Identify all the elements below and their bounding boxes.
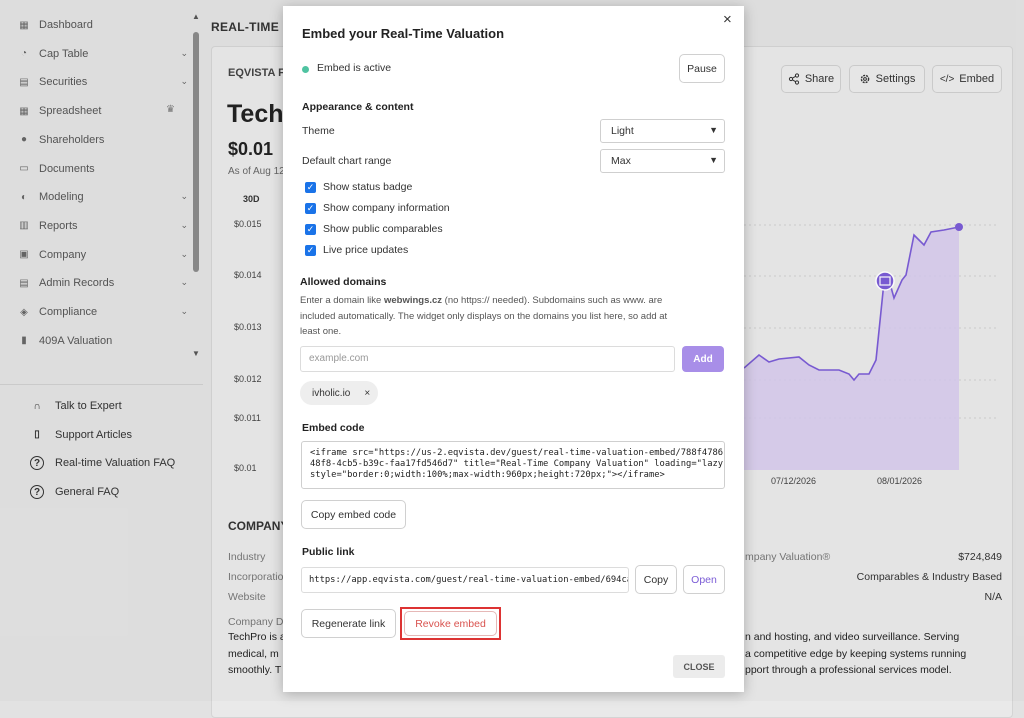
public-link-field[interactable]: https://app.eqvista.com/guest/real-time-…	[301, 567, 629, 593]
checkbox-label[interactable]: Show company information	[323, 202, 450, 214]
close-button[interactable]: CLOSE	[673, 655, 725, 678]
domains-help-line-3: least one.	[300, 326, 342, 337]
domain-chip-label: ivholic.io	[312, 387, 351, 399]
status-dot-icon	[302, 66, 309, 73]
domains-help-line-1: Enter a domain like webwings.cz (no http…	[300, 295, 663, 306]
regenerate-link-button[interactable]: Regenerate link	[301, 609, 396, 638]
checkbox-show-public-comparables[interactable]: ✓	[305, 224, 316, 235]
revoke-embed-button[interactable]: Revoke embed	[404, 611, 497, 636]
domains-help-line-2: included automatically. The widget only …	[300, 311, 668, 322]
chevron-down-icon: ▼	[709, 155, 718, 165]
embed-modal: Embed your Real-Time Valuation × Embed i…	[283, 6, 744, 692]
pause-button[interactable]: Pause	[679, 54, 725, 83]
chevron-down-icon: ▼	[709, 125, 718, 135]
checkbox-label[interactable]: Show status badge	[323, 181, 412, 193]
domains-heading: Allowed domains	[300, 276, 387, 288]
modal-title: Embed your Real-Time Valuation	[302, 26, 505, 41]
theme-label: Theme	[302, 125, 335, 137]
checkbox-label[interactable]: Show public comparables	[323, 223, 443, 235]
domain-chip: ivholic.io ×	[300, 381, 378, 405]
embed-code-heading: Embed code	[302, 422, 365, 434]
add-domain-button[interactable]: Add	[682, 346, 724, 372]
range-select[interactable]: Max ▼	[600, 149, 725, 173]
remove-chip-icon[interactable]: ×	[364, 388, 370, 399]
range-label: Default chart range	[302, 155, 392, 167]
close-icon[interactable]: ×	[723, 11, 732, 28]
range-value: Max	[611, 155, 631, 167]
open-link-button[interactable]: Open	[683, 565, 725, 594]
checkbox-show-company-information[interactable]: ✓	[305, 203, 316, 214]
theme-select[interactable]: Light ▼	[600, 119, 725, 143]
checkbox-label[interactable]: Live price updates	[323, 244, 408, 256]
copy-embed-code-button[interactable]: Copy embed code	[301, 500, 406, 529]
embed-code-textarea[interactable]: <iframe src="https://us-2.eqvista.dev/gu…	[301, 441, 725, 489]
checkbox-show-status-badge[interactable]: ✓	[305, 182, 316, 193]
checkbox-live-price-updates[interactable]: ✓	[305, 245, 316, 256]
theme-value: Light	[611, 125, 634, 137]
status-text: Embed is active	[317, 62, 392, 74]
public-link-heading: Public link	[302, 546, 355, 558]
appearance-heading: Appearance & content	[302, 101, 414, 113]
domain-input[interactable]: example.com	[300, 346, 675, 372]
copy-link-button[interactable]: Copy	[635, 565, 677, 594]
